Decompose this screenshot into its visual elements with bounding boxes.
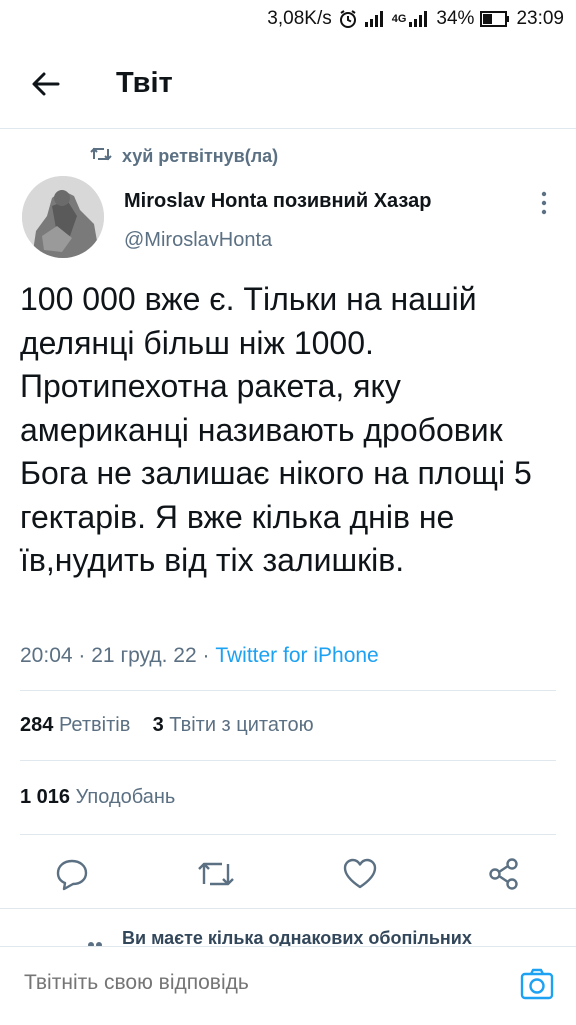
likes-label: Уподобань (75, 786, 176, 808)
meta-separator: · (78, 644, 86, 667)
quotes-count: 3 (152, 714, 164, 736)
likes-count: 1 016 (20, 786, 71, 808)
signal-icon (364, 10, 386, 28)
meta-separator: · (202, 644, 210, 667)
retweet-icon (90, 146, 112, 167)
retweets-label: Ретвітів (58, 714, 131, 736)
likes-stat[interactable]: 1 016 Уподобань (20, 786, 175, 809)
tweet-date: 21 груд. 22 (91, 644, 197, 667)
tweet-client-link[interactable]: Twitter for iPhone (215, 644, 378, 667)
battery-icon (480, 11, 510, 27)
like-icon[interactable] (342, 856, 378, 892)
retweet-icon[interactable] (196, 856, 234, 892)
tweet-time: 20:04 (20, 644, 73, 667)
author-handle[interactable]: @MiroslavHonta (124, 229, 272, 252)
reply-icon[interactable] (54, 856, 90, 892)
share-icon[interactable] (486, 856, 522, 892)
status-bar: 3,08K/s 4G 34% 23:09 (0, 0, 576, 40)
network-type: 4G (391, 13, 407, 25)
clock: 23:09 (516, 8, 564, 29)
camera-icon[interactable] (520, 967, 554, 1001)
tweet-actions (0, 848, 576, 898)
quotes-stat[interactable]: 3 Твіти з цитатою (153, 714, 314, 736)
alarm-icon (338, 9, 358, 29)
divider (0, 908, 576, 909)
battery-percent: 34% (436, 8, 475, 29)
divider (20, 834, 556, 835)
retweeted-by-label: хуй ретвітнув(ла) (122, 146, 279, 166)
divider (20, 690, 556, 691)
signal-icon (408, 10, 430, 28)
tweet-meta: 20:04 · 21 груд. 22 · Twitter for iPhone (20, 644, 379, 668)
reply-input[interactable] (24, 971, 464, 995)
retweet-stats: 284 Ретвітів 3 Твіти з цитатою (20, 714, 314, 737)
net-speed: 3,08K/s (267, 8, 332, 29)
reply-bar (0, 946, 576, 1025)
quotes-label: Твіти з цитатою (169, 714, 314, 736)
page-title: Твіт (116, 67, 173, 99)
avatar[interactable] (22, 176, 104, 258)
retweet-context[interactable]: хуй ретвітнув(ла) (90, 146, 278, 167)
more-options-icon[interactable] (535, 190, 553, 216)
app-header: Твіт (0, 40, 576, 129)
divider (20, 760, 556, 761)
tweet-text: 100 000 вже є. Тільки на нашій делянці б… (20, 281, 532, 578)
retweets-count: 284 (20, 714, 54, 736)
author-name[interactable]: Miroslav Honta позивний Хазар (124, 190, 431, 213)
arrow-left-icon[interactable] (28, 66, 64, 102)
retweets-stat[interactable]: 284 Ретвітів (20, 714, 130, 736)
